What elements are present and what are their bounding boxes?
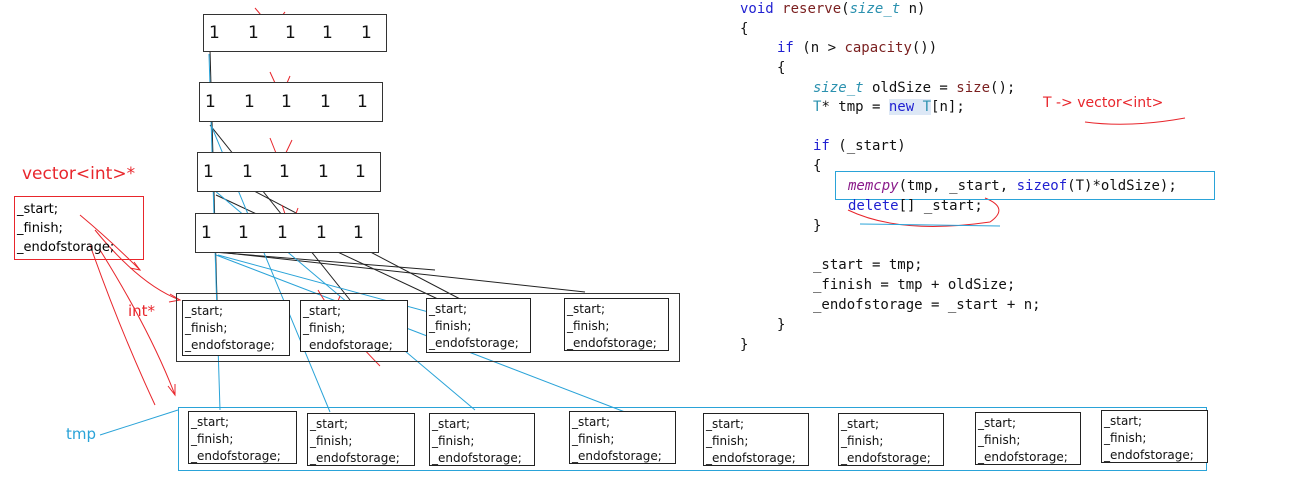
old-cell: _start; _finish; _endofstorage; [182,300,290,356]
array-value: 1 [277,223,288,243]
int-ptr-label: int* [128,302,156,320]
array-value: 1 [316,223,327,243]
array-value: 1 [320,92,331,112]
array-row-3: 1 1 1 1 1 [197,152,381,192]
old-cell: _start; _finish; _endofstorage; [426,298,531,353]
cell-field: _start; [191,415,229,429]
cell-field: _start; [1104,414,1142,428]
code-line: } [777,317,786,333]
cell-field: _start; [841,417,879,431]
tmp-cell: _start; _finish; _endofstorage; [838,413,944,466]
cell-field: _start; [432,417,470,431]
code-line: } [740,337,749,353]
cell-field: _endofstorage; [310,451,400,465]
array-value: 1 [209,23,220,43]
code-line: _start = tmp; [813,257,923,273]
code-line: void reserve(size_t n) [740,1,926,17]
cell-field: _finish; [841,434,884,448]
tmp-label: tmp [66,425,97,443]
tmp-cell: _start; _finish; _endofstorage; [307,413,415,466]
cell-field: _finish; [567,319,610,333]
cell-field: _finish; [432,434,475,448]
cell-field: _finish; [191,432,234,446]
array-value: 1 [203,162,214,182]
cell-field: _endofstorage; [841,451,931,465]
array-value: 1 [248,23,259,43]
array-value: 1 [285,23,296,43]
cell-field: _finish; [429,319,472,333]
vector-ptr-box: _start; _finish; _endofstorage; [14,196,144,260]
code-line: if (_start) [813,138,906,154]
array-value: 1 [201,223,212,243]
vector-field: _start; [17,202,59,217]
cell-field: _start; [572,415,610,429]
array-value: 1 [322,23,333,43]
cell-field: _finish; [303,321,346,335]
array-value: 1 [238,223,249,243]
array-value: 1 [355,162,366,182]
array-row-4: 1 1 1 1 1 [195,213,379,253]
tmp-cell: _start; _finish; _endofstorage; [569,411,676,464]
cell-field: _finish; [310,434,353,448]
cell-field: _start; [978,416,1016,430]
cell-field: _endofstorage; [429,336,519,350]
cell-field: _finish; [978,433,1021,447]
code-line: memcpy(tmp, _start, sizeof(T)*oldSize); [848,178,1177,194]
cell-field: _endofstorage; [185,338,275,352]
code-line: if (n > capacity()) [777,40,938,56]
cell-field: _endofstorage; [567,336,657,350]
vector-field: _endofstorage; [17,240,115,255]
code-line: delete[] _start; [848,198,983,214]
tmp-cell: _start; _finish; _endofstorage; [975,412,1081,465]
tmp-cell: _start; _finish; _endofstorage; [429,413,535,466]
array-value: 1 [318,162,329,182]
old-cell: _start; _finish; _endofstorage; [564,298,669,351]
reserve-code: void reserve(size_t n) { if (n > capacit… [740,0,1215,353]
cell-field: _start; [567,302,605,316]
cell-field: _endofstorage; [191,449,281,463]
cell-field: _endofstorage; [572,449,662,463]
vector-field: _finish; [17,221,63,236]
type-annotation: T -> vector<int> [1043,95,1164,111]
code-line: _finish = tmp + oldSize; [813,277,1016,293]
code-line: T* tmp = new T[n]; [813,99,965,115]
array-value: 1 [242,162,253,182]
tmp-cell: _start; _finish; _endofstorage; [703,413,809,466]
code-line: { [740,21,749,37]
array-value: 1 [281,92,292,112]
array-value: 1 [244,92,255,112]
cell-field: _start; [310,417,348,431]
array-value: 1 [353,223,364,243]
old-cell: _start; _finish; _endofstorage; [300,300,408,352]
cell-field: _start; [429,302,467,316]
code-line: _endofstorage = _start + n; [813,297,1041,313]
array-value: 1 [361,23,372,43]
cell-field: _endofstorage; [303,338,393,352]
cell-field: _finish; [1104,431,1147,445]
array-value: 1 [205,92,216,112]
code-line: size_t oldSize = size(); [813,80,1016,96]
code-line: { [813,158,822,174]
array-row-1: 1 1 1 1 1 [203,14,387,52]
array-value: 1 [279,162,290,182]
cell-field: _endofstorage; [978,450,1068,464]
tmp-cell: _start; _finish; _endofstorage; [1101,410,1208,463]
cell-field: _finish; [706,434,749,448]
cell-field: _endofstorage; [706,451,796,465]
vector-ptr-title: vector<int>* [22,164,136,184]
cell-field: _endofstorage; [432,451,522,465]
array-value: 1 [357,92,368,112]
cell-field: _start; [185,304,223,318]
cell-field: _start; [303,304,341,318]
code-line: { [777,60,786,76]
cell-field: _finish; [185,321,228,335]
cell-field: _finish; [572,432,615,446]
code-line: } [813,218,822,234]
cell-field: _start; [706,417,744,431]
tmp-cell: _start; _finish; _endofstorage; [188,411,297,464]
array-row-2: 1 1 1 1 1 [199,82,383,122]
cell-field: _endofstorage; [1104,448,1194,462]
